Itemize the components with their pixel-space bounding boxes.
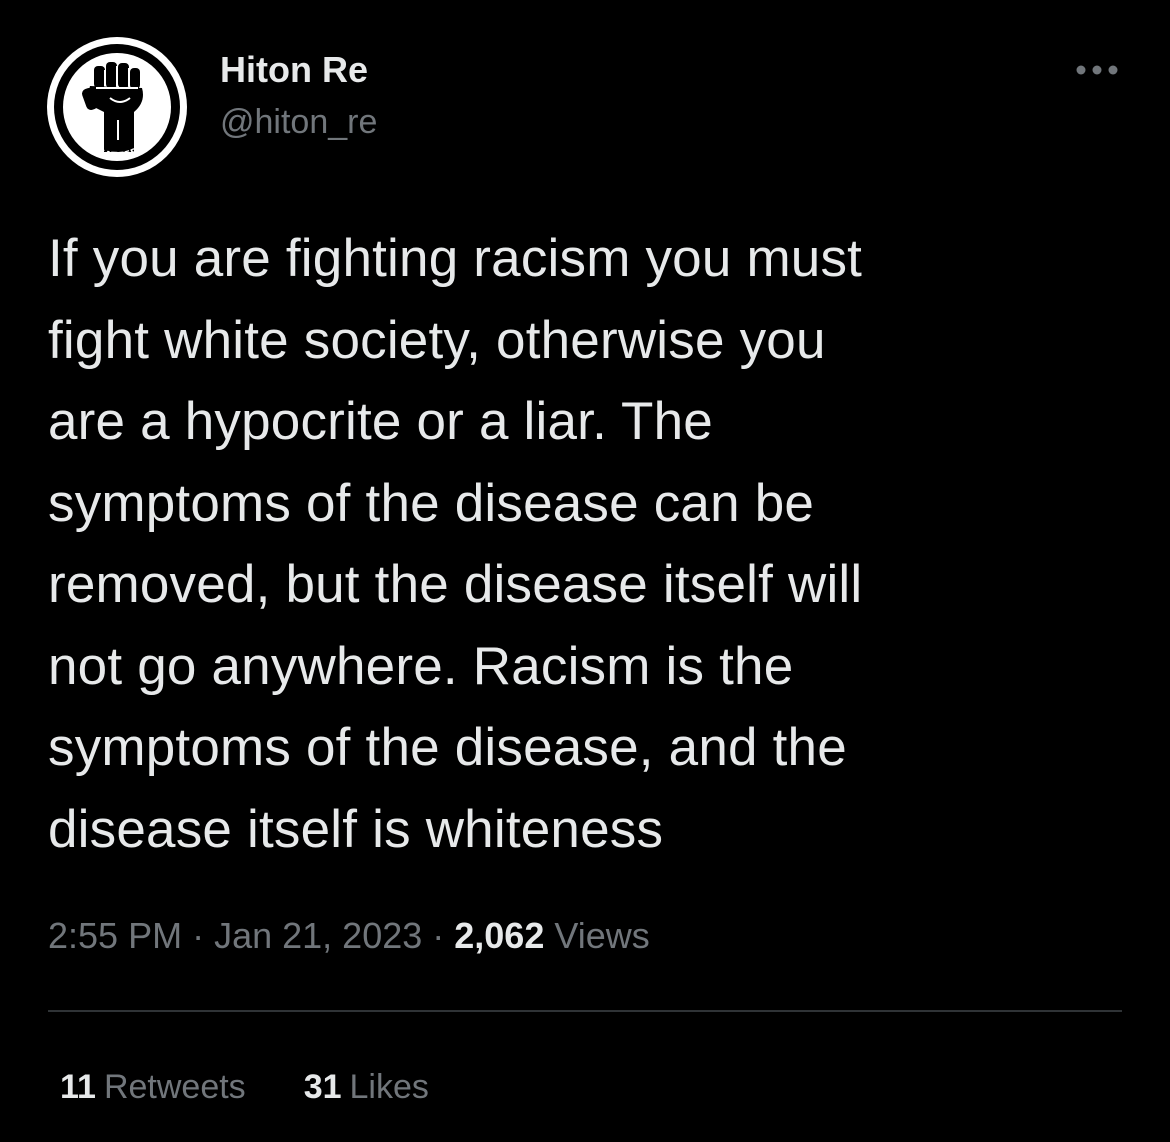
avatar[interactable]: BLACK LIVES MATTER — [46, 36, 188, 178]
likes-count: 31 — [303, 1068, 342, 1106]
tweet-metadata: 2:55 PM · Jan 21, 2023 · 2,062 Views — [48, 912, 650, 960]
author-display-name[interactable]: Hiton Re — [220, 48, 377, 92]
likes-link[interactable]: 31 Likes — [304, 1064, 429, 1110]
more-horizontal-icon — [1076, 65, 1118, 75]
more-options-button[interactable] — [1074, 58, 1120, 82]
views-label: Views — [554, 915, 650, 956]
meta-separator: · — [432, 915, 445, 956]
raised-fist-icon: BLACK LIVES MATTER — [47, 37, 187, 177]
views-count: 2,062 — [454, 915, 545, 956]
tweet-text: If you are fighting racism you must figh… — [48, 229, 863, 859]
tweet-detail: BLACK LIVES MATTER Hiton Re @hiton_re If… — [0, 0, 1170, 1142]
author-block: Hiton Re @hiton_re — [220, 48, 377, 142]
engagement-stats: 11 Retweets 31 Likes — [60, 1064, 429, 1110]
likes-label: Likes — [349, 1068, 429, 1106]
retweets-label: Retweets — [103, 1068, 246, 1106]
tweet-date[interactable]: Jan 21, 2023 — [214, 915, 422, 956]
tweet-time[interactable]: 2:55 PM — [48, 915, 182, 956]
divider — [48, 1010, 1122, 1012]
author-handle[interactable]: @hiton_re — [220, 102, 377, 142]
retweets-count: 11 — [60, 1068, 96, 1106]
meta-separator: · — [192, 915, 205, 956]
retweets-link[interactable]: 11 Retweets — [60, 1064, 246, 1110]
